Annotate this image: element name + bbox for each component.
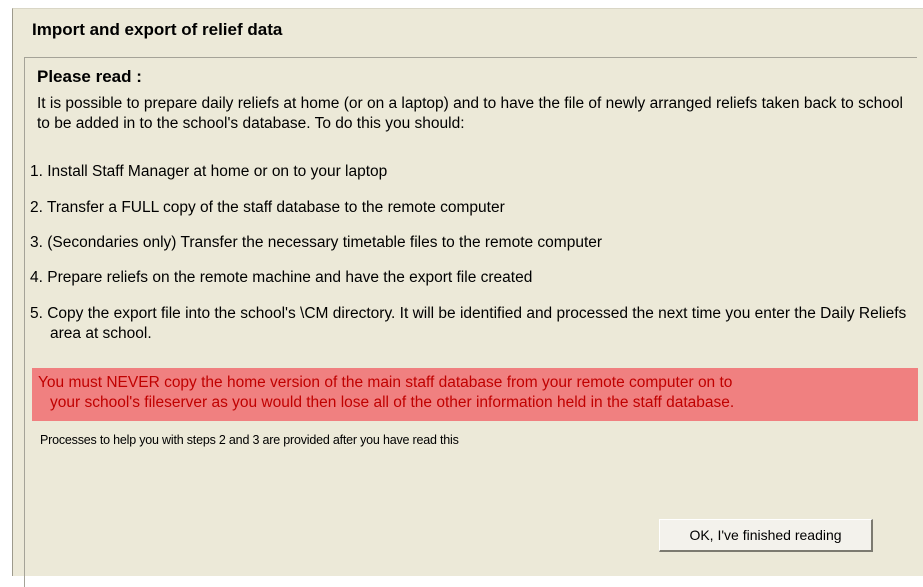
warning-line-1: You must NEVER copy the home version of … [38,374,733,391]
intro-text: It is possible to prepare daily reliefs … [37,95,903,132]
ok-finished-reading-button[interactable]: OK, I've finished reading [659,519,873,552]
warning-line-2: your school's fileserver as you would th… [50,394,735,411]
please-read-heading: Please read : [37,67,142,86]
warning-box: You must NEVER copy the home version of … [32,368,918,421]
step-3: 3. (Secondaries only) Transfer the neces… [30,234,603,251]
step-5: 5. Copy the export file into the school'… [30,305,907,342]
step-4: 4. Prepare reliefs on the remote machine… [30,269,533,286]
steps-note: Processes to help you with steps 2 and 3… [40,433,459,447]
step-1: 1. Install Staff Manager at home or on t… [30,163,388,180]
dialog-title: Import and export of relief data [32,20,283,39]
step-2: 2. Transfer a FULL copy of the staff dat… [30,199,505,216]
